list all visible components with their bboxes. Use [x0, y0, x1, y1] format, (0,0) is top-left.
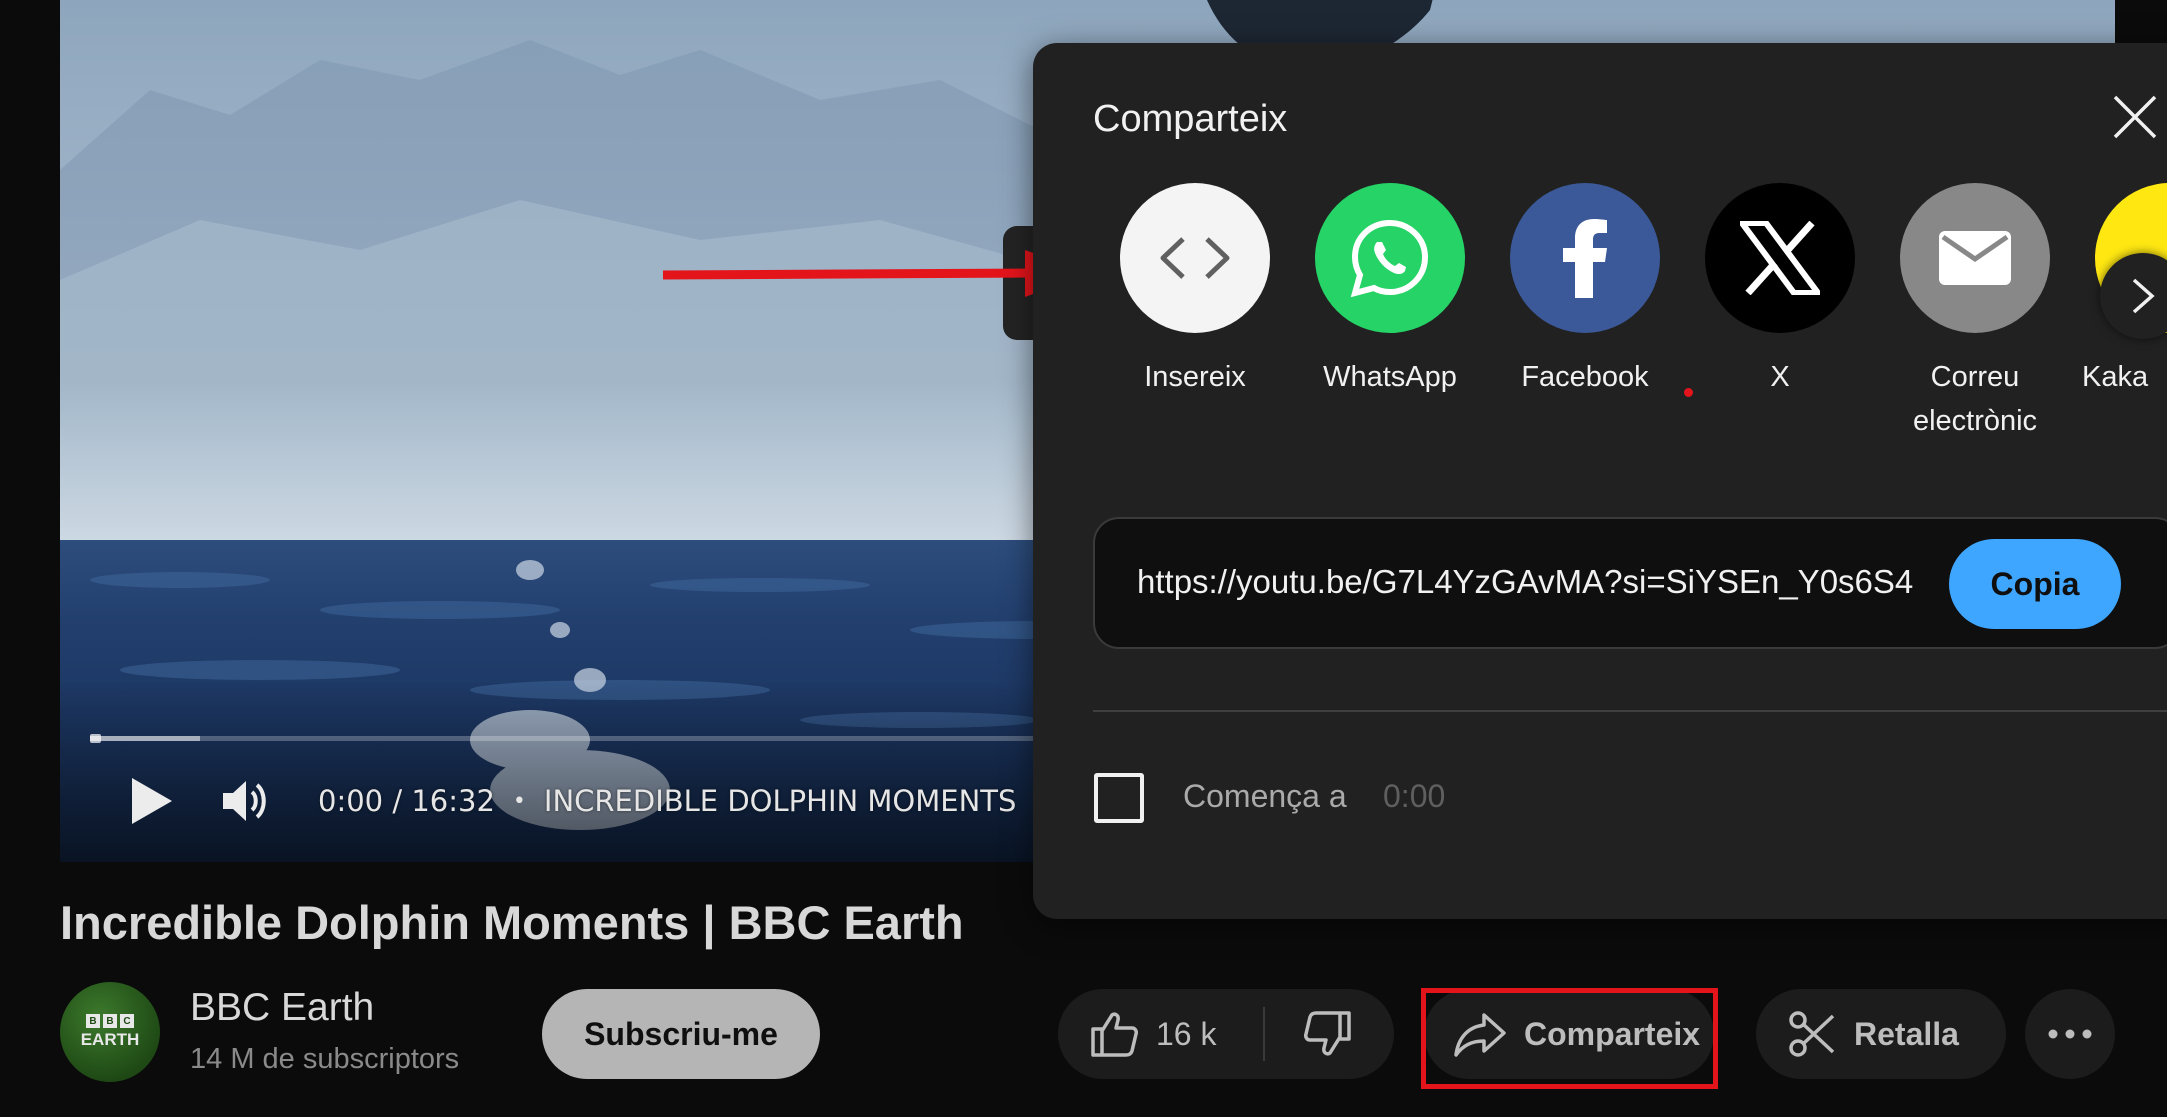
progress-scrubber[interactable] — [90, 734, 101, 743]
thumbs-up-icon — [1091, 1012, 1138, 1057]
progress-buffered — [90, 736, 200, 741]
bbc-logo-box: B — [86, 1014, 100, 1028]
share-option-x[interactable]: X — [1690, 183, 1870, 399]
start-at-checkbox[interactable] — [1094, 773, 1144, 823]
bbc-logo: B B C — [86, 1014, 134, 1028]
share-option-facebook[interactable]: Facebook — [1495, 183, 1675, 399]
copy-button[interactable]: Copia — [1949, 539, 2121, 629]
clip-button[interactable]: Retalla — [1756, 989, 2006, 1079]
chevron-right-icon — [2132, 278, 2155, 314]
annotation-arrow — [662, 250, 1090, 297]
like-count: 16 k — [1156, 1015, 1217, 1052]
share-option-whatsapp[interactable]: WhatsApp — [1300, 183, 1480, 399]
like-button[interactable]: 16 k — [1058, 989, 1264, 1079]
share-option-email[interactable]: Correu electrònic — [1885, 183, 2065, 443]
bbc-logo-box: C — [120, 1014, 134, 1028]
share-option-embed[interactable]: Insereix — [1105, 183, 1285, 399]
scissors-icon — [1789, 1011, 1835, 1057]
video-title: Incredible Dolphin Moments | BBC Earth — [60, 896, 964, 949]
start-at-time-input[interactable]: 0:00 — [1383, 778, 1445, 815]
bbc-logo-box: B — [103, 1014, 117, 1028]
more-horizontal-icon — [2048, 1029, 2092, 1039]
like-divider — [1263, 1007, 1265, 1061]
avatar[interactable]: B B C EARTH — [60, 982, 160, 1082]
dialog-divider — [1093, 710, 2167, 712]
close-icon — [2113, 95, 2157, 139]
share-option-label: Insereix — [1144, 361, 1246, 393]
volume-icon — [223, 781, 266, 821]
play-icon — [132, 778, 172, 824]
channel-name[interactable]: BBC Earth — [190, 986, 374, 1030]
chapter-title[interactable]: INCREDIBLE DOLPHIN MOMENTS — [544, 784, 1017, 818]
share-option-label: Correu electrònic — [1912, 361, 2038, 437]
share-option-label: Facebook — [1521, 361, 1649, 393]
share-options-row: Insereix WhatsApp Facebook X Correu elec… — [1105, 183, 2167, 483]
time-display: 0:00 / 16:32 — [318, 784, 495, 818]
share-dialog-title: Comparteix — [1093, 98, 1288, 140]
play-button[interactable] — [120, 770, 184, 832]
thumbs-down-icon — [1304, 1011, 1351, 1056]
share-option-label: WhatsApp — [1323, 361, 1457, 393]
clip-button-label: Retalla — [1854, 1015, 1959, 1052]
like-dislike-group: 16 k — [1058, 989, 1394, 1079]
volume-button[interactable] — [214, 770, 278, 832]
share-url-input[interactable]: https://youtu.be/G7L4YzGAvMA?si=SiYSEn_Y… — [1137, 563, 1937, 601]
facebook-icon — [1510, 183, 1660, 333]
player-controls: 0:00 / 16:32 • INCREDIBLE DOLPHIN MOMENT… — [120, 770, 1016, 832]
chapter-separator: • — [512, 788, 526, 814]
annotation-highlight-box — [1421, 988, 1718, 1089]
x-icon — [1705, 183, 1855, 333]
subscriber-count: 14 M de subscriptors — [190, 1043, 460, 1075]
email-icon — [1900, 183, 2050, 333]
start-at-label: Comença a — [1183, 778, 1347, 814]
youtube-watch-page: 0:00 / 16:32 • INCREDIBLE DOLPHIN MOMENT… — [0, 0, 2167, 1117]
close-dialog-button[interactable] — [2103, 85, 2167, 149]
dislike-button[interactable] — [1268, 989, 1388, 1079]
embed-icon — [1120, 183, 1270, 333]
share-option-label: X — [1770, 361, 1790, 393]
whatsapp-icon — [1315, 183, 1465, 333]
more-actions-button[interactable] — [2025, 989, 2115, 1079]
share-option-label: Kaka — [2082, 361, 2149, 393]
annotation-dot — [1684, 388, 1693, 397]
avatar-earth-text: EARTH — [80, 1030, 140, 1049]
share-dialog: Comparteix Insereix WhatsApp Facebook X … — [1033, 43, 2167, 919]
share-url-box: https://youtu.be/G7L4YzGAvMA?si=SiYSEn_Y… — [1093, 517, 2167, 649]
subscribe-button[interactable]: Subscriu-me — [542, 989, 820, 1079]
